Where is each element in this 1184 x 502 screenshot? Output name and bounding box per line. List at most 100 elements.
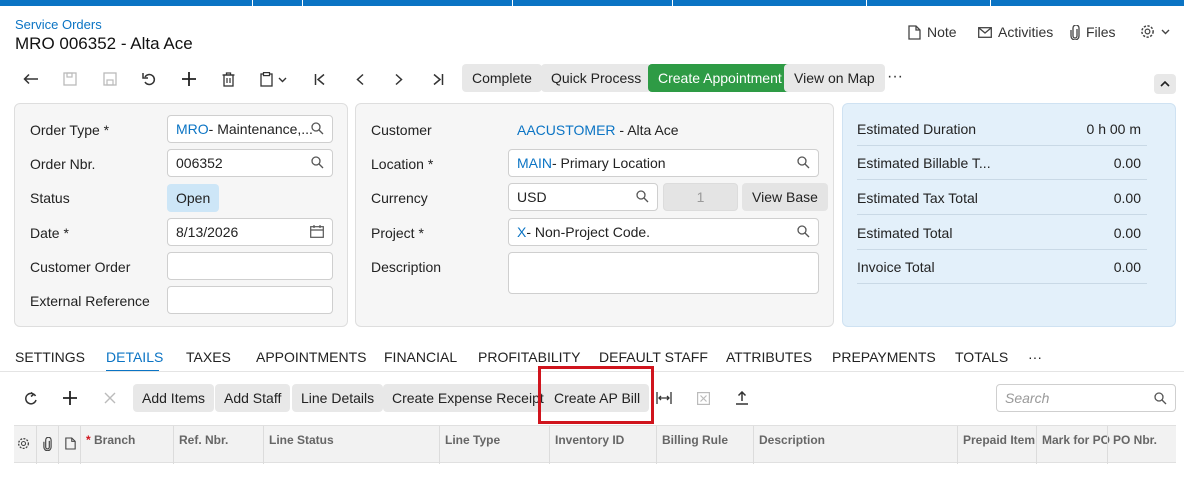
- summary-value: 0 h 00 m: [1086, 121, 1141, 137]
- project-label: Project *: [371, 225, 424, 241]
- files-button[interactable]: Files: [1070, 24, 1116, 40]
- column-billing-rule[interactable]: Billing Rule: [656, 426, 753, 464]
- note-label: Note: [927, 24, 957, 40]
- currency-selector[interactable]: USD: [508, 183, 658, 211]
- column-mark-for-po[interactable]: Mark for PO: [1036, 426, 1110, 464]
- tab-appointments[interactable]: APPOINTMENTS: [256, 349, 366, 365]
- column-prepaid-item[interactable]: Prepaid Item: [957, 426, 1036, 464]
- save-close-icon[interactable]: [57, 66, 83, 92]
- tab-more[interactable]: ···: [1028, 349, 1042, 365]
- view-on-map-button[interactable]: View on Map: [784, 64, 885, 92]
- summary-label: Estimated Tax Total: [857, 190, 978, 206]
- line-details-button[interactable]: Line Details: [292, 384, 384, 412]
- excel-export-icon[interactable]: [690, 385, 716, 411]
- customer-panel: Customer AACUSTOMER - Alta Ace Location …: [355, 103, 834, 327]
- date-value: 8/13/2026: [176, 224, 239, 240]
- tab-prepayments[interactable]: PREPAYMENTS: [832, 349, 936, 365]
- complete-button[interactable]: Complete: [462, 64, 542, 92]
- tab-taxes[interactable]: TAXES: [186, 349, 231, 365]
- currency-value: USD: [517, 189, 547, 205]
- delete-icon[interactable]: [215, 66, 241, 92]
- quick-process-button[interactable]: Quick Process: [541, 64, 652, 92]
- chevron-down-icon: [1161, 29, 1170, 35]
- refresh-icon[interactable]: [18, 385, 44, 411]
- next-record-icon[interactable]: [386, 66, 412, 92]
- calendar-icon[interactable]: [310, 225, 324, 238]
- clipboard-menu-icon[interactable]: [256, 66, 292, 92]
- order-type-selector[interactable]: MRO - Maintenance,...: [167, 115, 333, 143]
- currency-label: Currency: [371, 190, 428, 206]
- project-selector[interactable]: X - Non-Project Code.: [508, 218, 819, 246]
- tab-settings[interactable]: SETTINGS: [15, 349, 85, 365]
- order-info-panel: Order Type * MRO - Maintenance,... Order…: [14, 103, 348, 327]
- location-code: MAIN: [517, 155, 552, 171]
- summary-row: Estimated Duration 0 h 00 m: [857, 112, 1147, 146]
- summary-value: 0.00: [1113, 155, 1141, 171]
- tab-profitability[interactable]: PROFITABILITY: [478, 349, 580, 365]
- customer-order-input[interactable]: [167, 252, 333, 280]
- highlight-box: [538, 366, 654, 424]
- top-bar-divider: [302, 0, 303, 6]
- activities-button[interactable]: Activities: [978, 24, 1053, 40]
- column-branch[interactable]: * Branch: [80, 426, 173, 464]
- column-po-nbr[interactable]: PO Nbr.: [1107, 426, 1176, 464]
- search-icon: [797, 225, 810, 238]
- tab-financial[interactable]: FINANCIAL: [384, 349, 457, 365]
- note-button[interactable]: Note: [908, 24, 957, 40]
- order-nbr-selector[interactable]: 006352: [167, 149, 333, 177]
- undo-icon[interactable]: [136, 66, 162, 92]
- grid-search-input[interactable]: Search: [996, 384, 1176, 412]
- location-desc: - Primary Location: [552, 155, 666, 171]
- top-bar-divider: [990, 0, 991, 6]
- summary-label: Estimated Total: [857, 225, 953, 241]
- search-placeholder: Search: [1005, 390, 1050, 406]
- tab-default-staff[interactable]: DEFAULT STAFF: [599, 349, 708, 365]
- upload-icon[interactable]: [729, 385, 755, 411]
- column-description[interactable]: Description: [753, 426, 957, 464]
- first-record-icon[interactable]: [307, 66, 333, 92]
- more-actions-button[interactable]: ···: [882, 64, 908, 90]
- fit-columns-icon[interactable]: [651, 385, 677, 411]
- customer-order-label: Customer Order: [30, 259, 131, 275]
- tab-attributes[interactable]: ATTRIBUTES: [726, 349, 812, 365]
- external-reference-input[interactable]: [167, 286, 333, 314]
- add-row-icon[interactable]: [57, 385, 83, 411]
- column-line-type[interactable]: Line Type: [439, 426, 549, 464]
- summary-value: 0.00: [1113, 190, 1141, 206]
- column-ref-nbr[interactable]: Ref. Nbr.: [173, 426, 263, 464]
- create-expense-receipt-button[interactable]: Create Expense Receipt: [383, 384, 553, 412]
- tab-details[interactable]: DETAILS: [106, 349, 163, 365]
- customer-label: Customer: [371, 122, 432, 138]
- column-settings-icon[interactable]: [14, 426, 36, 464]
- description-textarea[interactable]: [508, 252, 819, 294]
- location-selector[interactable]: MAIN - Primary Location: [508, 149, 819, 177]
- date-field[interactable]: 8/13/2026: [167, 218, 333, 246]
- previous-record-icon[interactable]: [347, 66, 373, 92]
- breadcrumb[interactable]: Service Orders: [15, 17, 102, 32]
- order-type-desc: - Maintenance,...: [208, 121, 313, 137]
- column-inventory-id[interactable]: Inventory ID: [549, 426, 656, 464]
- column-line-status[interactable]: Line Status: [263, 426, 439, 464]
- customer-value[interactable]: AACUSTOMER - Alta Ace: [517, 122, 679, 138]
- paperclip-icon: [1070, 24, 1080, 40]
- create-appointment-button[interactable]: Create Appointment: [648, 64, 792, 92]
- note-icon: [908, 24, 921, 40]
- search-icon: [636, 190, 649, 203]
- summary-row: Estimated Total 0.00: [857, 216, 1147, 250]
- save-icon[interactable]: [97, 66, 123, 92]
- view-base-button[interactable]: View Base: [742, 183, 828, 211]
- add-icon[interactable]: [176, 66, 202, 92]
- details-grid-header: * Branch Ref. Nbr. Line Status Line Type…: [14, 425, 1176, 464]
- settings-menu-button[interactable]: [1140, 24, 1170, 39]
- tab-totals[interactable]: TOTALS: [955, 349, 1008, 365]
- add-staff-button[interactable]: Add Staff: [215, 384, 291, 412]
- collapse-header-button[interactable]: [1154, 74, 1176, 94]
- summary-value: 0.00: [1113, 225, 1141, 241]
- external-reference-label: External Reference: [30, 293, 150, 309]
- back-icon[interactable]: [18, 66, 44, 92]
- last-record-icon[interactable]: [425, 66, 451, 92]
- page-title: MRO 006352 - Alta Ace: [15, 34, 193, 53]
- order-type-code: MRO: [176, 121, 209, 137]
- delete-row-icon[interactable]: [97, 385, 123, 411]
- add-items-button[interactable]: Add Items: [133, 384, 215, 412]
